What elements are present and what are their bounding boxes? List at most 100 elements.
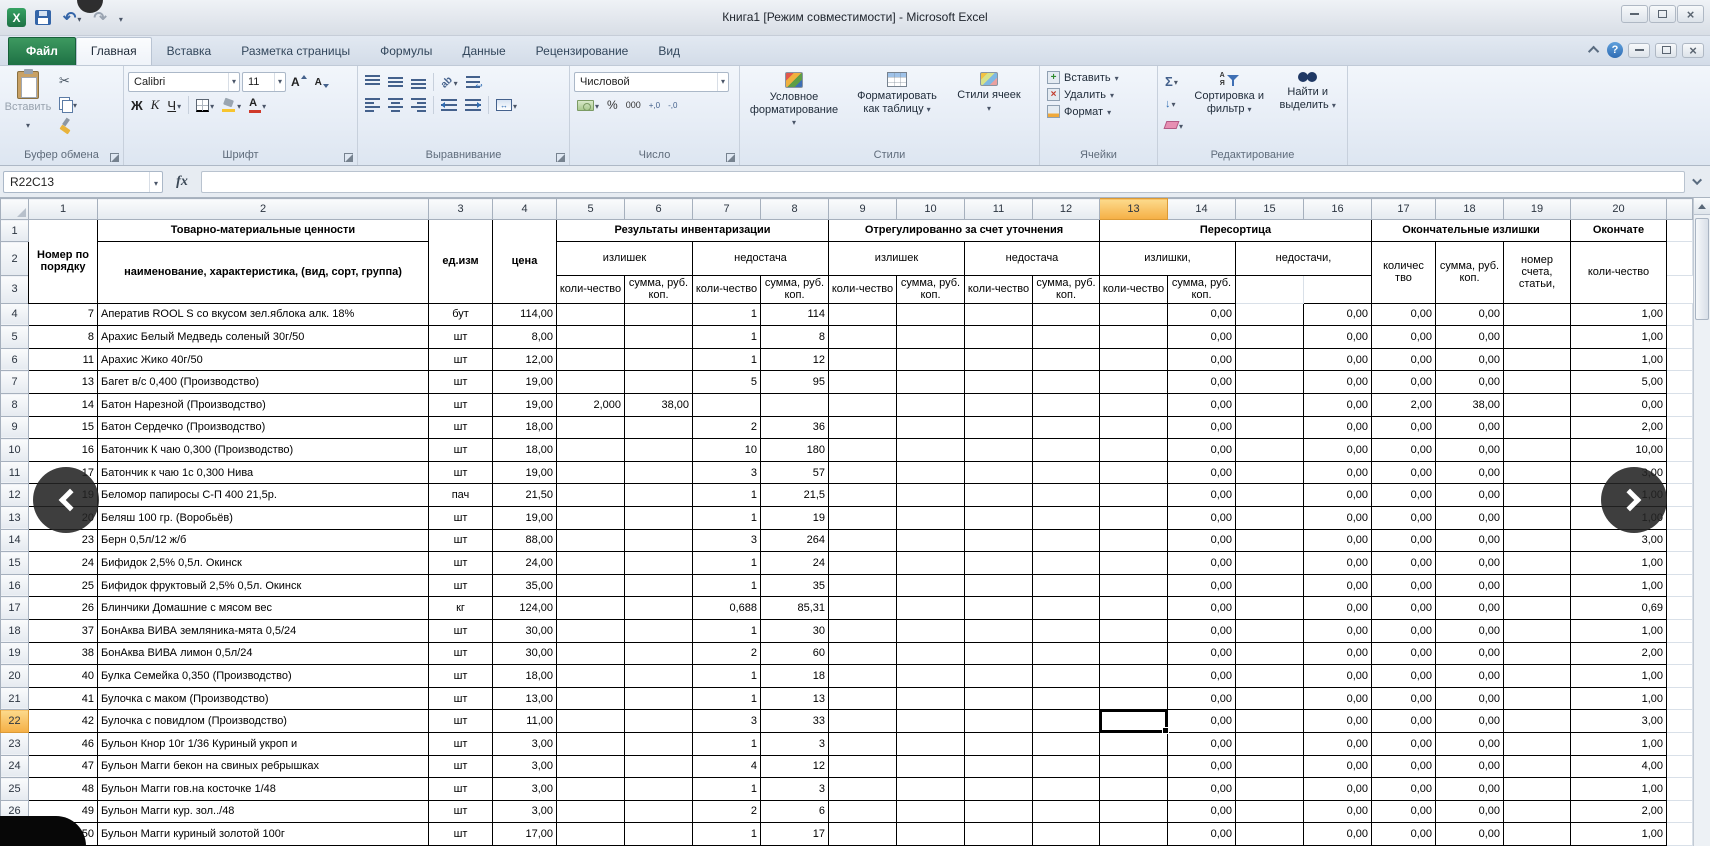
cell-R13C19[interactable]	[1504, 506, 1571, 529]
col-header-14[interactable]: 14	[1168, 199, 1236, 220]
row-header-24[interactable]: 24	[1, 755, 29, 778]
increase-font-button[interactable]	[288, 74, 310, 90]
cell-R5C7[interactable]: 1	[693, 326, 761, 349]
cell-R13C17[interactable]: 0,00	[1372, 506, 1436, 529]
cell-R10C5[interactable]	[557, 439, 625, 462]
cell-R21C9[interactable]	[829, 687, 897, 710]
cell-R10C20[interactable]: 10,00	[1571, 439, 1667, 462]
formula-input[interactable]	[201, 171, 1685, 193]
cell-R25C4[interactable]: 3,00	[493, 778, 557, 801]
cell-R27C5[interactable]	[557, 823, 625, 846]
cell-R22C16[interactable]: 0,00	[1304, 710, 1372, 733]
col-header-10[interactable]: 10	[897, 199, 965, 220]
dialog-launcher-icon[interactable]	[344, 153, 353, 162]
cell-R7C14[interactable]: 0,00	[1168, 371, 1236, 394]
cell-R13C2[interactable]: Беляш 100 гр. (Воробьёв)	[98, 506, 429, 529]
cell-R22C13[interactable]	[1100, 710, 1168, 733]
cell-R17C15[interactable]	[1236, 597, 1304, 620]
cell-offgrid[interactable]	[1236, 276, 1304, 304]
cell-R6C12[interactable]	[1033, 348, 1100, 371]
cell-R7C9[interactable]	[829, 371, 897, 394]
cell-R20C18[interactable]: 0,00	[1436, 665, 1504, 688]
cell-R26C8[interactable]: 6	[761, 800, 829, 823]
cell-styles-button[interactable]: Стили ячеек	[950, 69, 1028, 148]
cell-R14C10[interactable]	[897, 529, 965, 552]
cell-R19C1[interactable]: 38	[29, 642, 98, 665]
cell-R22C2[interactable]: Булочка с повидлом (Производство)	[98, 710, 429, 733]
cell-R9C9[interactable]	[829, 416, 897, 439]
cell-R18C20[interactable]: 1,00	[1571, 619, 1667, 642]
cell-R8C9[interactable]	[829, 394, 897, 417]
cell-R27C9[interactable]	[829, 823, 897, 846]
cell-R17C16[interactable]: 0,00	[1304, 597, 1372, 620]
cell-R26C5[interactable]	[557, 800, 625, 823]
cell-R26C17[interactable]: 0,00	[1372, 800, 1436, 823]
row-header-21[interactable]: 21	[1, 687, 29, 710]
cell-R8C18[interactable]: 38,00	[1436, 394, 1504, 417]
cell-R15C10[interactable]	[897, 552, 965, 575]
cell-R5C17[interactable]: 0,00	[1372, 326, 1436, 349]
cell-R4C5[interactable]	[557, 303, 625, 326]
cell-R11C7[interactable]: 3	[693, 461, 761, 484]
cell-offgrid[interactable]	[1667, 242, 1693, 276]
accounting-format-button[interactable]	[574, 95, 602, 115]
cell-R8C15[interactable]	[1236, 394, 1304, 417]
header-qty[interactable]: коли-чество	[693, 276, 761, 304]
cell-R22C12[interactable]	[1033, 710, 1100, 733]
cell-R4C13[interactable]	[1100, 303, 1168, 326]
cell-R6C11[interactable]	[965, 348, 1033, 371]
cell-R25C14[interactable]: 0,00	[1168, 778, 1236, 801]
prev-image-overlay-button[interactable]	[33, 467, 99, 533]
cell-R19C3[interactable]: шт	[429, 642, 493, 665]
cell-R16C13[interactable]	[1100, 574, 1168, 597]
cell-R22C7[interactable]: 3	[693, 710, 761, 733]
cell-R12C7[interactable]: 1	[693, 484, 761, 507]
cell-R11C2[interactable]: Батончик к чаю 1с 0,300 Нива	[98, 461, 429, 484]
cell-R16C2[interactable]: Бифидок фруктовый 2,5% 0,5л. Окинск	[98, 574, 429, 597]
col-header-2[interactable]: 2	[98, 199, 429, 220]
customize-quick-access-button[interactable]	[116, 8, 126, 28]
decrease-font-button[interactable]	[312, 76, 332, 89]
cell-R12C17[interactable]: 0,00	[1372, 484, 1436, 507]
cell-R13C3[interactable]: шт	[429, 506, 493, 529]
cell-R24C1[interactable]: 47	[29, 755, 98, 778]
cell-R5C1[interactable]: 8	[29, 326, 98, 349]
cell-R12C14[interactable]: 0,00	[1168, 484, 1236, 507]
cell-R14C15[interactable]	[1236, 529, 1304, 552]
cell-R6C4[interactable]: 12,00	[493, 348, 557, 371]
cell-R10C4[interactable]: 18,00	[493, 439, 557, 462]
cell-R20C16[interactable]: 0,00	[1304, 665, 1372, 688]
cell-R21C19[interactable]	[1504, 687, 1571, 710]
help-button[interactable]	[1607, 42, 1623, 58]
cell-R21C13[interactable]	[1100, 687, 1168, 710]
cell-R15C17[interactable]: 0,00	[1372, 552, 1436, 575]
cell-R12C12[interactable]	[1033, 484, 1100, 507]
cell-R18C13[interactable]	[1100, 619, 1168, 642]
col-header-18[interactable]: 18	[1436, 199, 1504, 220]
header-goods-title[interactable]: Товарно-материальные ценности	[98, 220, 429, 242]
font-color-button[interactable]	[246, 95, 269, 115]
cell-R25C16[interactable]: 0,00	[1304, 778, 1372, 801]
cell-R23C20[interactable]: 1,00	[1571, 732, 1667, 755]
cell-R17C19[interactable]	[1504, 597, 1571, 620]
cell-R18C3[interactable]: шт	[429, 619, 493, 642]
cell-R12C3[interactable]: пач	[429, 484, 493, 507]
cell-R19C2[interactable]: БонАква ВИВА лимон 0,5л/24	[98, 642, 429, 665]
cell-R11C8[interactable]: 57	[761, 461, 829, 484]
cell-R9C11[interactable]	[965, 416, 1033, 439]
cell-R8C7[interactable]	[693, 394, 761, 417]
restore-button[interactable]	[1649, 5, 1676, 23]
cell-R15C4[interactable]: 24,00	[493, 552, 557, 575]
cell-R19C13[interactable]	[1100, 642, 1168, 665]
select-all-corner[interactable]	[1, 199, 29, 220]
cell-R11C13[interactable]	[1100, 461, 1168, 484]
cell-R4C15[interactable]	[1236, 303, 1304, 326]
row-header-17[interactable]: 17	[1, 597, 29, 620]
dialog-launcher-icon[interactable]	[726, 153, 735, 162]
cell-R21C15[interactable]	[1236, 687, 1304, 710]
cell-R25C10[interactable]	[897, 778, 965, 801]
cell-R21C2[interactable]: Булочка с маком (Производство)	[98, 687, 429, 710]
cell-R22C17[interactable]: 0,00	[1372, 710, 1436, 733]
col-header-1[interactable]: 1	[29, 199, 98, 220]
increase-indent-button[interactable]	[462, 98, 484, 112]
